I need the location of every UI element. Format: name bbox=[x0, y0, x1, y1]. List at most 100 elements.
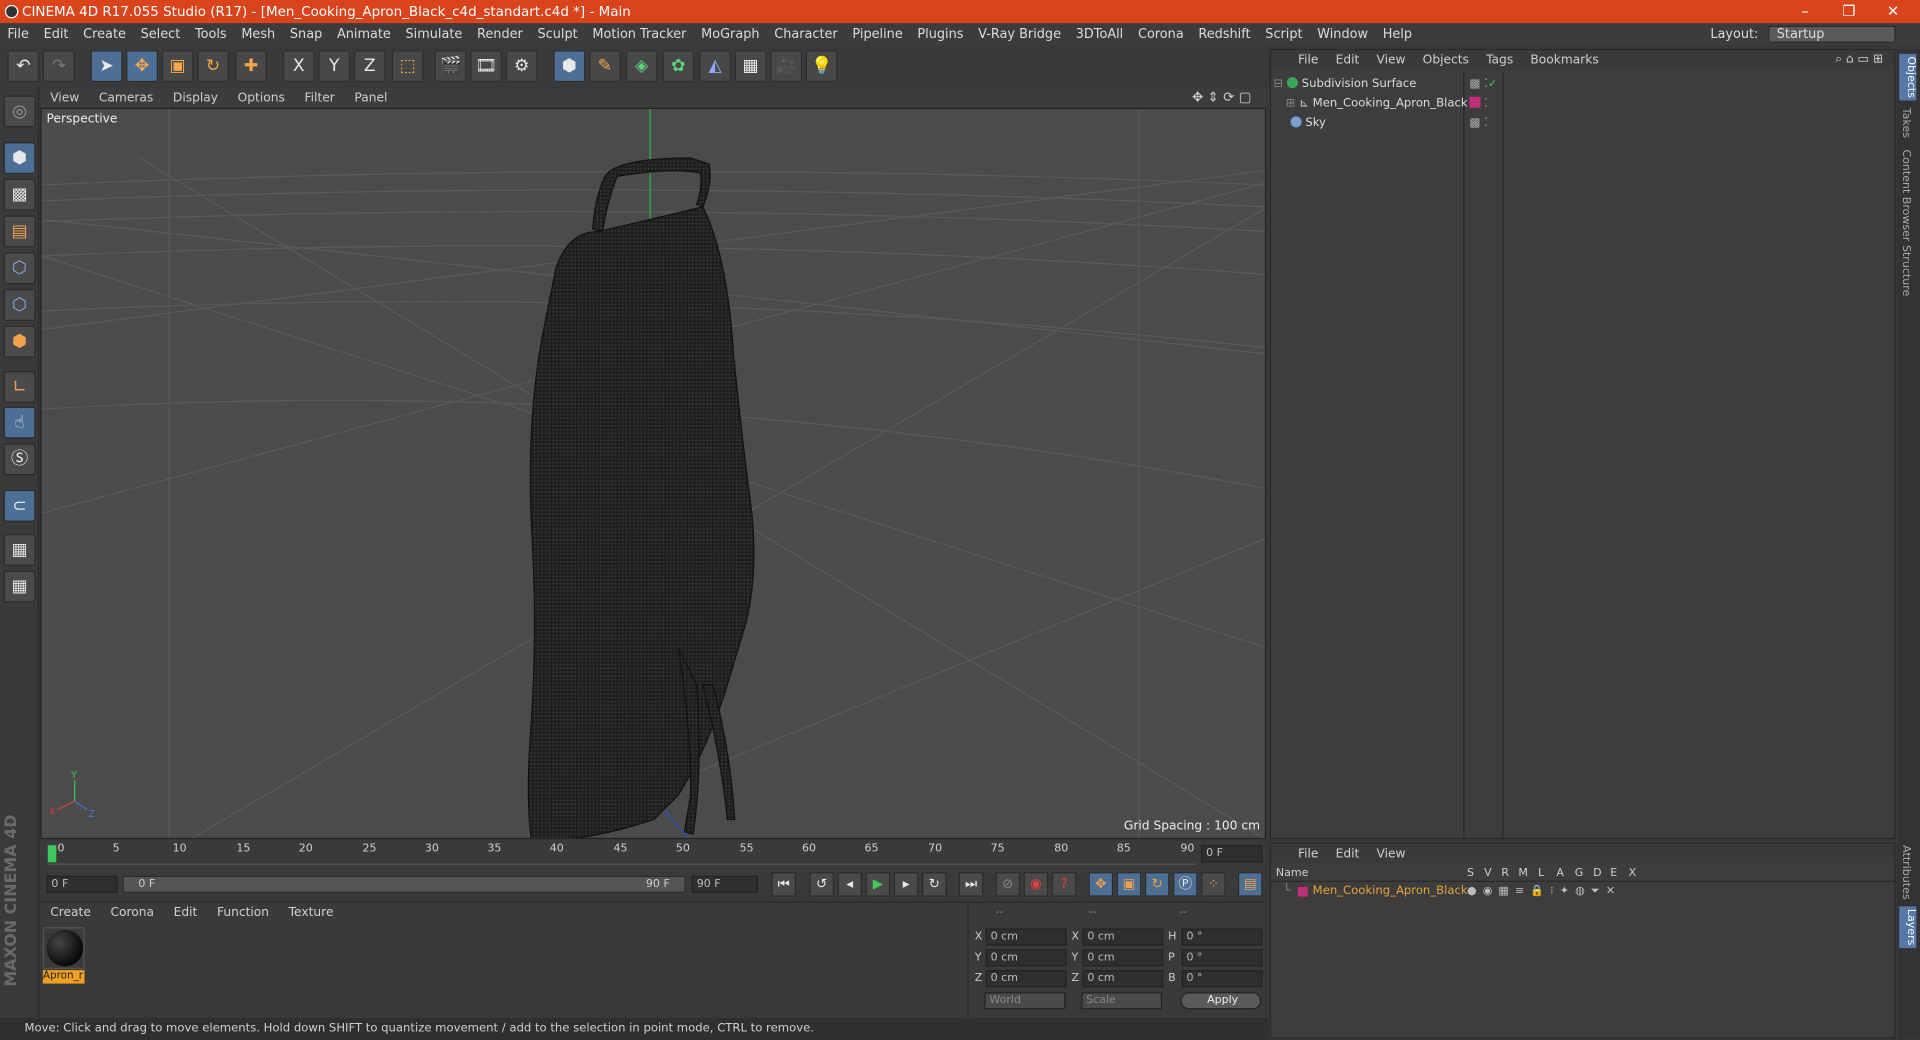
next-frame-icon[interactable]: ▸ bbox=[893, 872, 919, 897]
edges-mode-icon[interactable]: ⬡ bbox=[3, 289, 36, 321]
deformer-icon[interactable]: ◭ bbox=[699, 50, 732, 83]
coordinate-space-select[interactable]: World bbox=[984, 992, 1066, 1010]
obj-menu-bookmarks[interactable]: Bookmarks bbox=[1522, 51, 1608, 71]
size-z-field[interactable]: 0 cm bbox=[1082, 970, 1164, 988]
menu-corona[interactable]: Corona bbox=[1131, 23, 1191, 45]
prev-frame-icon[interactable]: ◂ bbox=[837, 872, 863, 897]
redo-icon[interactable]: ↷ bbox=[42, 50, 75, 83]
pos-z-field[interactable]: 0 cm bbox=[985, 970, 1067, 988]
floor-icon[interactable]: ▦ bbox=[734, 50, 767, 83]
menu-character[interactable]: Character bbox=[767, 23, 845, 45]
tab-structure[interactable]: Structure bbox=[1899, 245, 1911, 296]
viewport-menu-display[interactable]: Display bbox=[163, 89, 228, 109]
tab-attributes[interactable]: Attributes bbox=[1899, 845, 1911, 899]
model-mode-icon[interactable]: ⬢ bbox=[3, 142, 36, 174]
material-swatch[interactable] bbox=[42, 927, 85, 969]
add-icon[interactable]: ✚ bbox=[235, 50, 267, 83]
key-pla-icon[interactable]: ⁘ bbox=[1201, 872, 1226, 897]
next-key-icon[interactable]: ↻ bbox=[922, 872, 947, 897]
object-row-apron[interactable]: ⊞ ⊾ Men_Cooking_Apron_Black ⁚ bbox=[1273, 94, 1920, 114]
y-axis-icon[interactable]: Y bbox=[318, 50, 351, 83]
render-picture-viewer-icon[interactable]: 🎞 bbox=[470, 50, 503, 83]
viewport-menu-cameras[interactable]: Cameras bbox=[89, 89, 163, 109]
obj-menu-objects[interactable]: Objects bbox=[1414, 51, 1477, 71]
visibility-dots[interactable]: ▩ ⁚ bbox=[1469, 114, 1487, 134]
layer-row[interactable]: └ Men_Cooking_Apron_Black ●◉▦≡🔒⁝✦◍⏷✕ bbox=[1271, 883, 1897, 900]
material-menu-edit[interactable]: Edit bbox=[164, 904, 207, 924]
current-frame-field[interactable]: 0 F bbox=[1201, 845, 1263, 863]
timeline-track[interactable]: 0 5 10 15 20 25 30 35 40 45 50 55 60 65 … bbox=[47, 843, 1197, 865]
go-to-end-icon[interactable]: ⏭ bbox=[958, 872, 984, 897]
viewport-menu-panel[interactable]: Panel bbox=[345, 89, 398, 109]
pos-y-field[interactable]: 0 cm bbox=[985, 949, 1067, 967]
render-view-icon[interactable]: 🎬 bbox=[434, 50, 467, 83]
timeline-ruler[interactable]: 0 5 10 15 20 25 30 35 40 45 50 55 60 65 … bbox=[40, 840, 1267, 873]
light-icon[interactable]: 💡 bbox=[805, 50, 838, 83]
menu-motion-tracker[interactable]: Motion Tracker bbox=[585, 23, 694, 45]
scale-icon[interactable]: ▣ bbox=[161, 50, 194, 83]
material-menu-corona[interactable]: Corona bbox=[101, 904, 164, 924]
restore-button[interactable]: ❐ bbox=[1827, 0, 1871, 23]
polygons-mode-icon[interactable]: ⬢ bbox=[3, 325, 36, 358]
menu-sculpt[interactable]: Sculpt bbox=[530, 23, 585, 45]
tweak-icon[interactable]: ☝ bbox=[3, 406, 36, 439]
workplane-icon[interactable]: ▤ bbox=[3, 215, 36, 248]
solo-icon[interactable]: Ⓢ bbox=[3, 443, 36, 476]
timeline-window-icon[interactable]: ▤ bbox=[1237, 872, 1263, 897]
menu-create[interactable]: Create bbox=[76, 23, 133, 45]
move-icon[interactable]: ✥ bbox=[126, 50, 158, 83]
snap-magnet-icon[interactable]: ⊂ bbox=[3, 489, 36, 522]
menu-redshift[interactable]: Redshift bbox=[1191, 23, 1258, 45]
menu-pipeline[interactable]: Pipeline bbox=[845, 23, 910, 45]
menu-window[interactable]: Window bbox=[1310, 23, 1375, 45]
layer-menu-file[interactable]: File bbox=[1271, 845, 1327, 865]
obj-menu-file[interactable]: File bbox=[1271, 51, 1327, 71]
workplane-snap-icon[interactable]: ▦ bbox=[3, 570, 36, 603]
size-x-field[interactable]: 0 cm bbox=[1082, 928, 1164, 946]
rot-b-field[interactable]: 0 ° bbox=[1181, 970, 1263, 988]
layout-select[interactable]: Startup bbox=[1768, 25, 1896, 43]
key-rotation-icon[interactable]: ↻ bbox=[1144, 872, 1170, 897]
subdivision-icon[interactable]: ◈ bbox=[625, 50, 658, 83]
select-arrow-icon[interactable]: ➤ bbox=[90, 50, 123, 83]
layer-color-swatch[interactable]: ⁚ bbox=[1469, 94, 1488, 114]
layer-toggle-icons[interactable]: ●◉▦≡🔒⁝✦◍⏷✕ bbox=[1467, 883, 1621, 900]
end-frame-field[interactable]: 90 F bbox=[691, 875, 758, 893]
rot-p-field[interactable]: 0 ° bbox=[1181, 949, 1263, 967]
viewport-menu-filter[interactable]: Filter bbox=[295, 89, 345, 109]
axis-mode-icon[interactable]: ∟ bbox=[3, 371, 36, 403]
keyframe-selection-icon[interactable]: ? bbox=[1051, 872, 1077, 897]
material-menu-create[interactable]: Create bbox=[40, 904, 100, 924]
obj-menu-view[interactable]: View bbox=[1368, 51, 1414, 71]
close-button[interactable]: ✕ bbox=[1871, 0, 1915, 23]
go-to-start-icon[interactable]: ⏮ bbox=[771, 872, 796, 897]
viewport-nav-icons[interactable]: ✥ ⇕ ⟳ ▢ bbox=[1182, 88, 1261, 108]
key-scale-icon[interactable]: ▣ bbox=[1116, 872, 1142, 897]
menu-mesh[interactable]: Mesh bbox=[234, 23, 283, 45]
apply-button[interactable]: Apply bbox=[1180, 992, 1262, 1010]
perspective-viewport[interactable]: Y X Z Perspective Grid Spacing : 100 cm bbox=[40, 107, 1267, 840]
menu-snap[interactable]: Snap bbox=[283, 23, 330, 45]
tab-objects[interactable]: Objects bbox=[1899, 53, 1917, 101]
z-axis-icon[interactable]: Z bbox=[353, 50, 386, 83]
points-mode-icon[interactable]: ⬡ bbox=[3, 252, 36, 285]
material-menu-texture[interactable]: Texture bbox=[279, 904, 343, 924]
playhead[interactable] bbox=[47, 845, 57, 863]
obj-menu-edit[interactable]: Edit bbox=[1327, 51, 1368, 71]
menu-simulate[interactable]: Simulate bbox=[398, 23, 470, 45]
size-mode-select[interactable]: Scale bbox=[1081, 992, 1163, 1010]
menu-plugins[interactable]: Plugins bbox=[910, 23, 971, 45]
menu-select[interactable]: Select bbox=[133, 23, 187, 45]
layer-name[interactable]: Men_Cooking_Apron_Black bbox=[1313, 883, 1468, 900]
menu-3dtoall[interactable]: 3DToAll bbox=[1068, 23, 1130, 45]
start-frame-field[interactable]: 0 F bbox=[46, 875, 118, 893]
frame-range-slider[interactable]: 0 F 90 F bbox=[122, 875, 686, 893]
obj-menu-tags[interactable]: Tags bbox=[1478, 51, 1522, 71]
menu-script[interactable]: Script bbox=[1258, 23, 1310, 45]
viewport-menu-view[interactable]: View bbox=[40, 89, 89, 109]
menu-edit[interactable]: Edit bbox=[36, 23, 76, 45]
make-editable-icon[interactable]: ◎ bbox=[3, 95, 36, 128]
object-row-subdivision[interactable]: ⊟ Subdivision Surface ▩ ⁚✓ bbox=[1273, 75, 1920, 95]
apron-model[interactable] bbox=[527, 157, 755, 839]
tab-layers[interactable]: Layers bbox=[1899, 906, 1917, 948]
